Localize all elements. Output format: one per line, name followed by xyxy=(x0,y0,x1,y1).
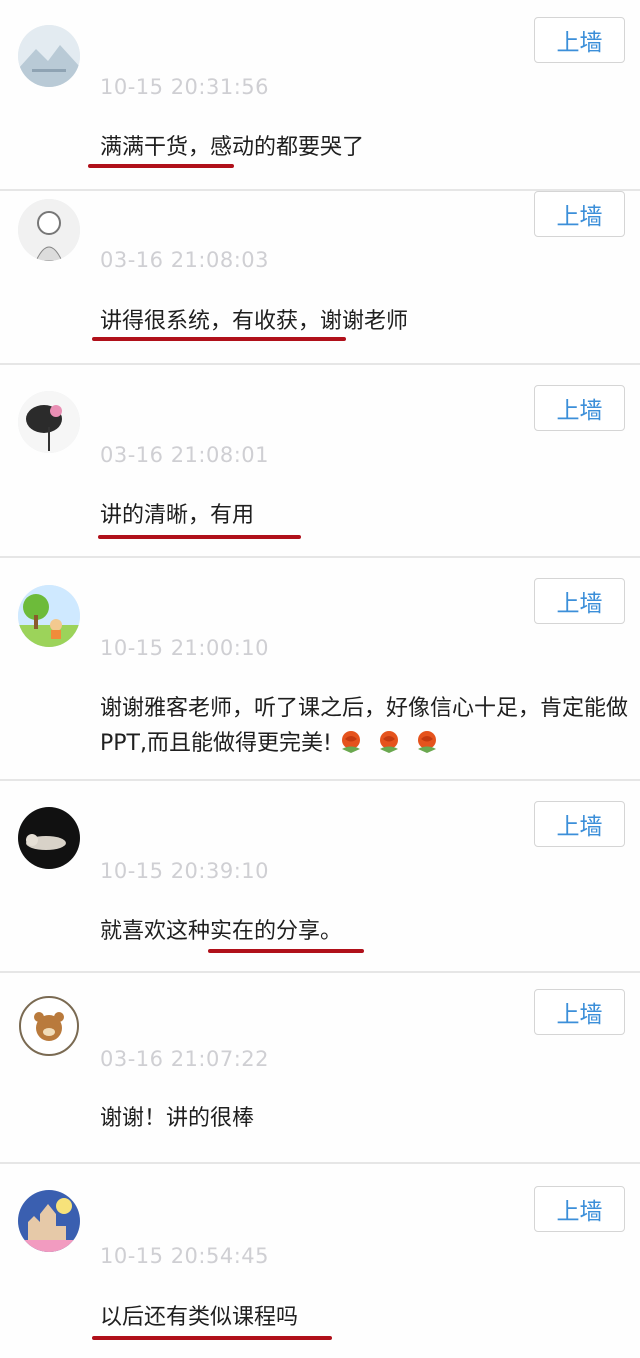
comment-item: 10-15 20:54:45 上墙 以后还有类似课程吗 xyxy=(0,1164,640,1358)
timestamp: 03-16 21:08:03 xyxy=(100,248,270,272)
pin-to-wall-button[interactable]: 上墙 xyxy=(534,578,625,624)
timestamp: 10-15 20:31:56 xyxy=(100,75,270,99)
comment-item: 10-15 20:31:56 上墙 满满干货，感动的都要哭了 xyxy=(0,0,640,191)
comment-text: 谢谢！讲的很棒 xyxy=(100,1106,255,1131)
landscape-avatar[interactable] xyxy=(18,25,80,87)
comment-text: 满满干货，感动的都要哭了 xyxy=(100,135,365,160)
timestamp: 10-15 20:39:10 xyxy=(100,859,270,883)
timestamp: 03-16 21:08:01 xyxy=(100,443,270,467)
pin-to-wall-button[interactable]: 上墙 xyxy=(534,385,625,431)
highlight-underline xyxy=(92,337,346,341)
rose-emoji-icon xyxy=(376,729,402,766)
pin-to-wall-button[interactable]: 上墙 xyxy=(534,17,625,63)
pin-to-wall-button[interactable]: 上墙 xyxy=(534,1186,625,1232)
highlight-underline xyxy=(92,1336,332,1340)
pin-to-wall-button[interactable]: 上墙 xyxy=(534,989,625,1035)
comment-item: 03-16 21:07:22 上墙 谢谢！讲的很棒 xyxy=(0,973,640,1164)
comment-text-content: 谢谢雅客老师，听了课之后，好像信心十足，肯定能做PPT,而且能做得更完美! xyxy=(100,696,629,756)
comment-item: 03-16 21:08:01 上墙 讲的清晰，有用 xyxy=(0,365,640,558)
comment-text: 以后还有类似课程吗 xyxy=(100,1305,299,1330)
castle-avatar[interactable] xyxy=(18,1190,80,1252)
pin-to-wall-button[interactable]: 上墙 xyxy=(534,801,625,847)
comment-text: 谢谢雅客老师，听了课之后，好像信心十足，肯定能做PPT,而且能做得更完美! xyxy=(100,691,628,766)
timestamp: 10-15 21:00:10 xyxy=(100,636,270,660)
sketch-girl-avatar[interactable] xyxy=(18,199,80,261)
rose-emoji-icon xyxy=(338,729,364,766)
rose-emoji-icon xyxy=(414,729,440,766)
ink-lotus-avatar[interactable] xyxy=(18,391,80,453)
comment-text: 就喜欢这种实在的分享。 xyxy=(100,919,343,944)
bear-badge-avatar[interactable] xyxy=(18,995,80,1057)
timestamp: 10-15 20:54:45 xyxy=(100,1244,270,1268)
highlight-underline xyxy=(98,535,301,539)
comment-text: 讲得很系统，有收获，谢谢老师 xyxy=(100,309,409,334)
comment-item: 10-15 21:00:10 上墙 谢谢雅客老师，听了课之后，好像信心十足，肯定… xyxy=(0,558,640,781)
dark-portrait-avatar[interactable] xyxy=(18,807,80,869)
comment-item: 10-15 20:39:10 上墙 就喜欢这种实在的分享。 xyxy=(0,781,640,973)
highlight-underline xyxy=(88,164,234,168)
cartoon-tree-avatar[interactable] xyxy=(18,585,80,647)
timestamp: 03-16 21:07:22 xyxy=(100,1047,270,1071)
comment-item: 03-16 21:08:03 上墙 讲得很系统，有收获，谢谢老师 xyxy=(0,191,640,365)
comment-text: 讲的清晰，有用 xyxy=(100,503,255,528)
highlight-underline xyxy=(208,949,364,953)
pin-to-wall-button[interactable]: 上墙 xyxy=(534,191,625,237)
